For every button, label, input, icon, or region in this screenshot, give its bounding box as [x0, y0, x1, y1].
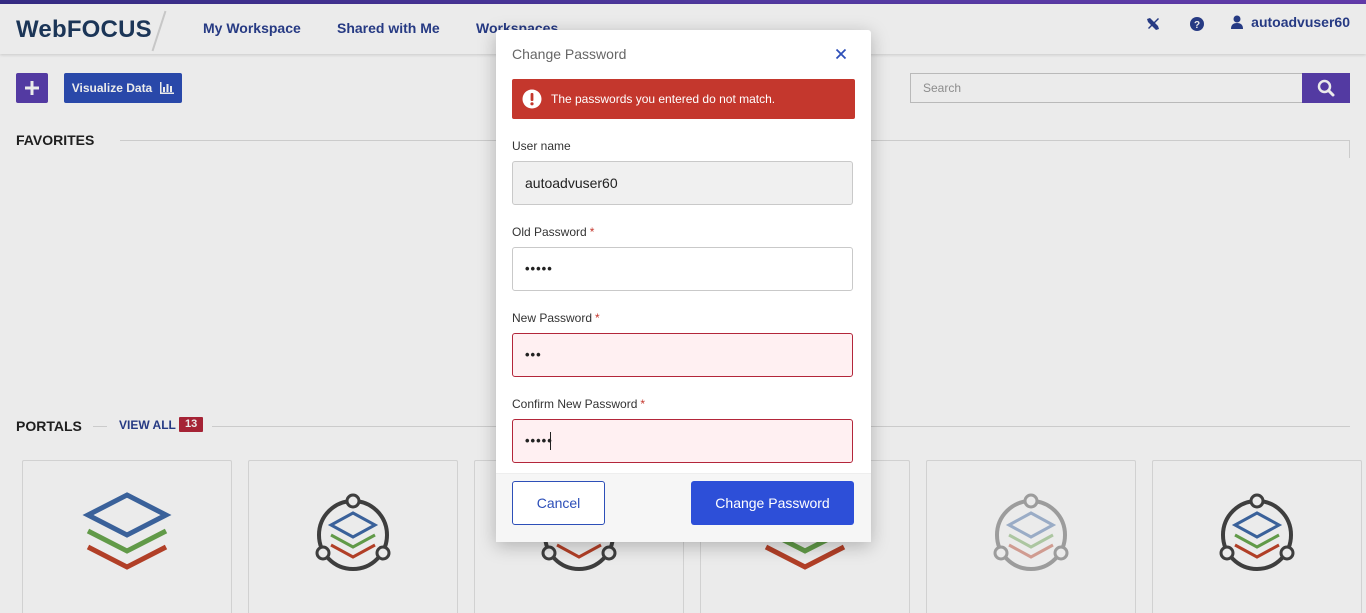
new-password-field[interactable]: •••	[512, 333, 853, 377]
required-mark: *	[589, 225, 595, 239]
exclamation-icon	[522, 89, 542, 109]
confirm-password-label: Confirm New Password *	[512, 397, 646, 411]
change-password-dialog: Change Password The passwords you entere…	[496, 30, 871, 542]
close-icon[interactable]	[834, 47, 848, 61]
text-caret	[550, 432, 551, 450]
cancel-button[interactable]: Cancel	[512, 481, 605, 525]
required-mark: *	[595, 311, 600, 325]
error-message: The passwords you entered do not match.	[551, 92, 776, 106]
confirm-password-field[interactable]: •••••	[512, 419, 853, 463]
username-label: User name	[512, 139, 571, 153]
dialog-title: Change Password	[512, 46, 627, 62]
username-field: autoadvuser60	[512, 161, 853, 205]
old-password-field[interactable]: •••••	[512, 247, 853, 291]
old-password-label: Old Password *	[512, 225, 595, 239]
error-alert: The passwords you entered do not match.	[512, 79, 855, 119]
change-password-button[interactable]: Change Password	[691, 481, 854, 525]
new-password-label: New Password *	[512, 311, 600, 325]
required-mark: *	[640, 397, 646, 411]
